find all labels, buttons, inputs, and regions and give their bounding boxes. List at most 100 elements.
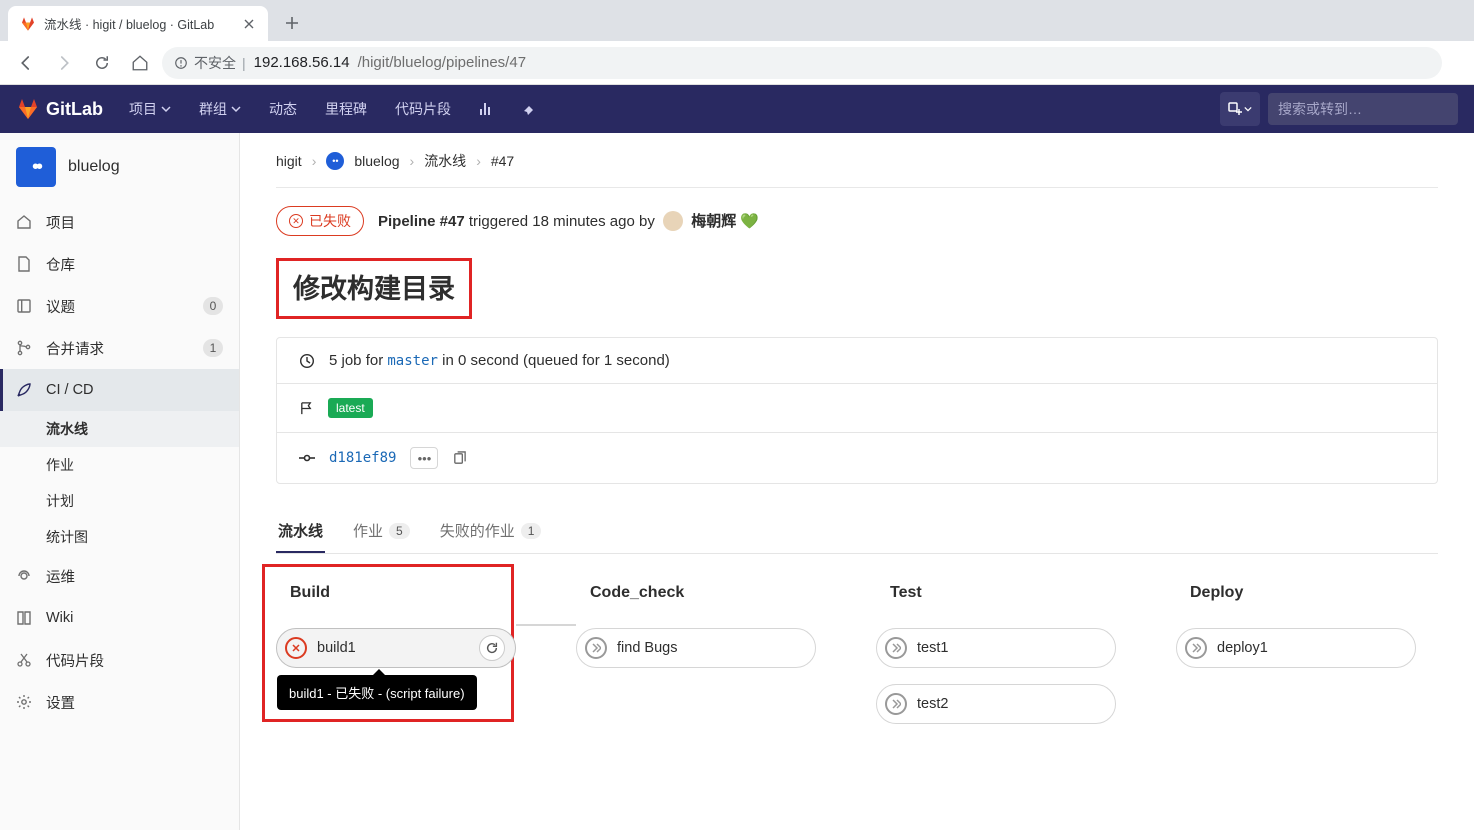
job-failed-icon: ✕ (285, 637, 307, 659)
nav-chart-icon[interactable] (469, 92, 503, 126)
sidebar-item-snippets[interactable]: 代码片段 (0, 639, 239, 681)
tab-title: 流水线 · higit / bluelog · GitLab (44, 14, 234, 33)
reload-button[interactable] (86, 47, 118, 79)
sidebar-item-project[interactable]: 项目 (0, 201, 239, 243)
job-deploy1[interactable]: deploy1 (1176, 628, 1416, 668)
gear-icon (16, 694, 32, 710)
sidebar-sub-jobs[interactable]: 作业 (0, 447, 239, 483)
address-bar[interactable]: 不安全 | 192.168.56.14/higit/bluelog/pipeli… (162, 47, 1442, 79)
issues-icon (16, 298, 32, 314)
stage-build: Build ✕ build1 build1 - 已失败 - (script fa… (276, 580, 516, 740)
commit-row: d181ef89 ••• (277, 432, 1437, 483)
ops-icon (16, 568, 32, 584)
nav-plus-button[interactable] (1220, 92, 1260, 126)
stage-deploy: Deploy deploy1 (1176, 580, 1416, 740)
job-find-bugs[interactable]: find Bugs (576, 628, 816, 668)
nav-groups[interactable]: 群组 (189, 85, 251, 133)
insecure-icon: 不安全 | (174, 53, 246, 73)
chevron-right-icon: › (476, 153, 481, 169)
job-summary-row: 5 job for master in 0 second (queued for… (277, 338, 1437, 383)
merge-count: 1 (203, 339, 223, 357)
project-avatar: •• (16, 147, 56, 187)
main-content: higit › •• bluelog › 流水线 › #47 ✕ 已失败 Pip… (240, 133, 1474, 830)
back-button[interactable] (10, 47, 42, 79)
nav-activity[interactable]: 动态 (259, 85, 307, 133)
project-header[interactable]: •• bluelog (0, 133, 239, 201)
failed-icon: ✕ (289, 214, 303, 228)
commit-icon (299, 450, 315, 466)
breadcrumb-project[interactable]: bluelog (354, 153, 399, 169)
heart-icon: 💚 (740, 213, 759, 230)
nav-snippets[interactable]: 代码片段 (385, 85, 461, 133)
job-test1[interactable]: test1 (876, 628, 1116, 668)
branch-link[interactable]: master (387, 353, 438, 369)
tab-jobs[interactable]: 作业5 (351, 510, 412, 553)
breadcrumb: higit › •• bluelog › 流水线 › #47 (276, 151, 1438, 188)
tab-pipeline[interactable]: 流水线 (276, 510, 325, 553)
nav-admin-icon[interactable] (511, 92, 545, 126)
tag-row: latest (277, 383, 1437, 432)
user-avatar-icon (663, 211, 683, 231)
wiki-icon (16, 610, 32, 626)
project-name: bluelog (68, 158, 120, 176)
pipeline-info-card: 5 job for master in 0 second (queued for… (276, 337, 1438, 484)
nav-search-input[interactable] (1268, 93, 1458, 125)
commit-sha-link[interactable]: d181ef89 (329, 450, 396, 466)
sidebar-item-merge[interactable]: 合并请求 1 (0, 327, 239, 369)
job-skipped-icon (585, 637, 607, 659)
gitlab-logo[interactable]: GitLab (16, 97, 103, 121)
pipeline-status-badge[interactable]: ✕ 已失败 (276, 206, 364, 236)
copy-sha-button[interactable] (452, 451, 467, 466)
rocket-icon (16, 382, 32, 398)
tag-latest[interactable]: latest (328, 398, 373, 418)
issues-count: 0 (203, 297, 223, 315)
flag-icon (299, 401, 314, 416)
browser-toolbar: 不安全 | 192.168.56.14/higit/bluelog/pipeli… (0, 41, 1474, 85)
pipeline-description: Pipeline #47 triggered 18 minutes ago by… (378, 210, 759, 232)
sidebar-item-cicd[interactable]: CI / CD (0, 369, 239, 411)
commit-title: 修改构建目录 (293, 267, 455, 306)
breadcrumb-group[interactable]: higit (276, 153, 302, 169)
tab-failed-jobs[interactable]: 失败的作业1 (438, 510, 544, 553)
sidebar-item-issues[interactable]: 议题 0 (0, 285, 239, 327)
sidebar-sub-pipelines[interactable]: 流水线 (0, 411, 239, 447)
new-tab-button[interactable] (278, 9, 306, 37)
nav-milestones[interactable]: 里程碑 (315, 85, 377, 133)
sidebar-sub-schedules[interactable]: 计划 (0, 483, 239, 519)
merge-icon (16, 340, 32, 356)
commit-menu-button[interactable]: ••• (410, 447, 438, 469)
chevron-right-icon: › (312, 153, 317, 169)
breadcrumb-id: #47 (491, 153, 514, 169)
home-icon (16, 214, 32, 230)
gitlab-navbar: GitLab 项目 群组 动态 里程碑 代码片段 (0, 85, 1474, 133)
triggered-by-user[interactable]: 梅朝辉 (691, 213, 736, 230)
job-skipped-icon (1185, 637, 1207, 659)
breadcrumb-section[interactable]: 流水线 (424, 151, 466, 171)
browser-tab[interactable]: 流水线 · higit / bluelog · GitLab (8, 6, 268, 41)
close-tab-icon[interactable] (242, 17, 256, 31)
forward-button (48, 47, 80, 79)
pipeline-graph: Build ✕ build1 build1 - 已失败 - (script fa… (276, 554, 1438, 740)
sidebar-item-ops[interactable]: 运维 (0, 555, 239, 597)
url-host: 192.168.56.14 (254, 54, 350, 71)
file-icon (16, 256, 32, 272)
gitlab-favicon-icon (20, 16, 36, 32)
url-path: /higit/bluelog/pipelines/47 (358, 54, 526, 71)
sidebar-item-settings[interactable]: 设置 (0, 681, 239, 723)
job-test2[interactable]: test2 (876, 684, 1116, 724)
job-build1[interactable]: ✕ build1 build1 - 已失败 - (script failure) (276, 628, 516, 668)
sidebar: •• bluelog 项目 仓库 议题 0 合并请求 1 CI / CD 流水线… (0, 133, 240, 830)
commit-title-highlight: 修改构建目录 (276, 258, 472, 319)
pipeline-tabs: 流水线 作业5 失败的作业1 (276, 510, 1438, 554)
sidebar-sub-charts[interactable]: 统计图 (0, 519, 239, 555)
home-button[interactable] (124, 47, 156, 79)
pipeline-header: ✕ 已失败 Pipeline #47 triggered 18 minutes … (276, 188, 1438, 258)
snippet-icon (16, 652, 32, 668)
stage-code-check: Code_check find Bugs (576, 580, 816, 740)
stage-test: Test test1 test2 (876, 580, 1116, 740)
job-retry-button[interactable] (479, 635, 505, 661)
sidebar-item-repo[interactable]: 仓库 (0, 243, 239, 285)
clock-icon (299, 353, 315, 369)
nav-projects[interactable]: 项目 (119, 85, 181, 133)
sidebar-item-wiki[interactable]: Wiki (0, 597, 239, 639)
